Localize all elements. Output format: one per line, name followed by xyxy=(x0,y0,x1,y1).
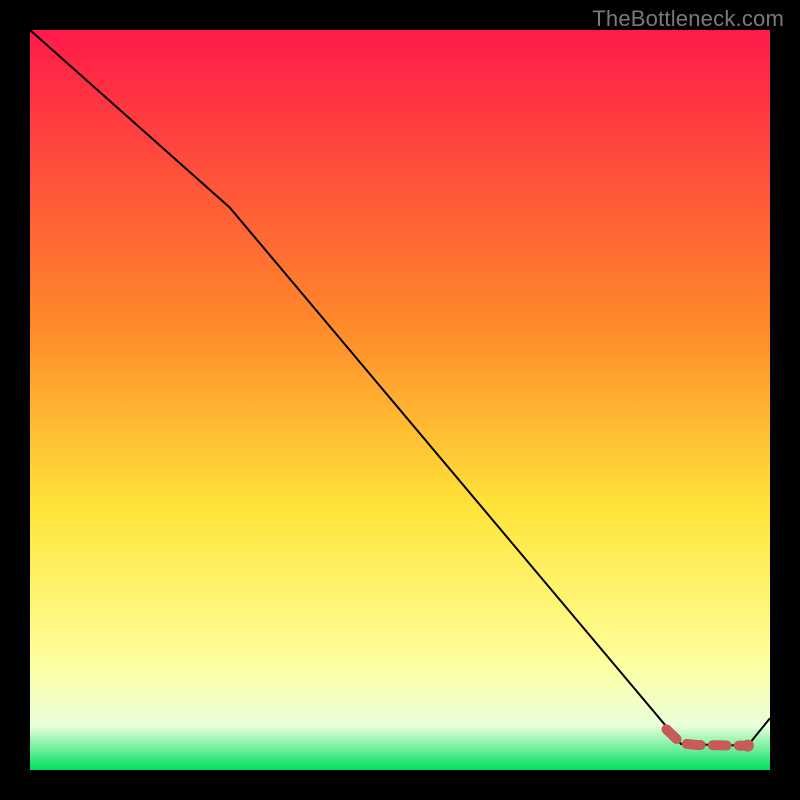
optimal-end-dot xyxy=(742,740,754,752)
chart-svg xyxy=(30,30,770,770)
chart-frame: TheBottleneck.com xyxy=(0,0,800,800)
gradient-background xyxy=(30,30,770,770)
watermark-text: TheBottleneck.com xyxy=(592,6,784,32)
chart-plot-area xyxy=(30,30,770,770)
